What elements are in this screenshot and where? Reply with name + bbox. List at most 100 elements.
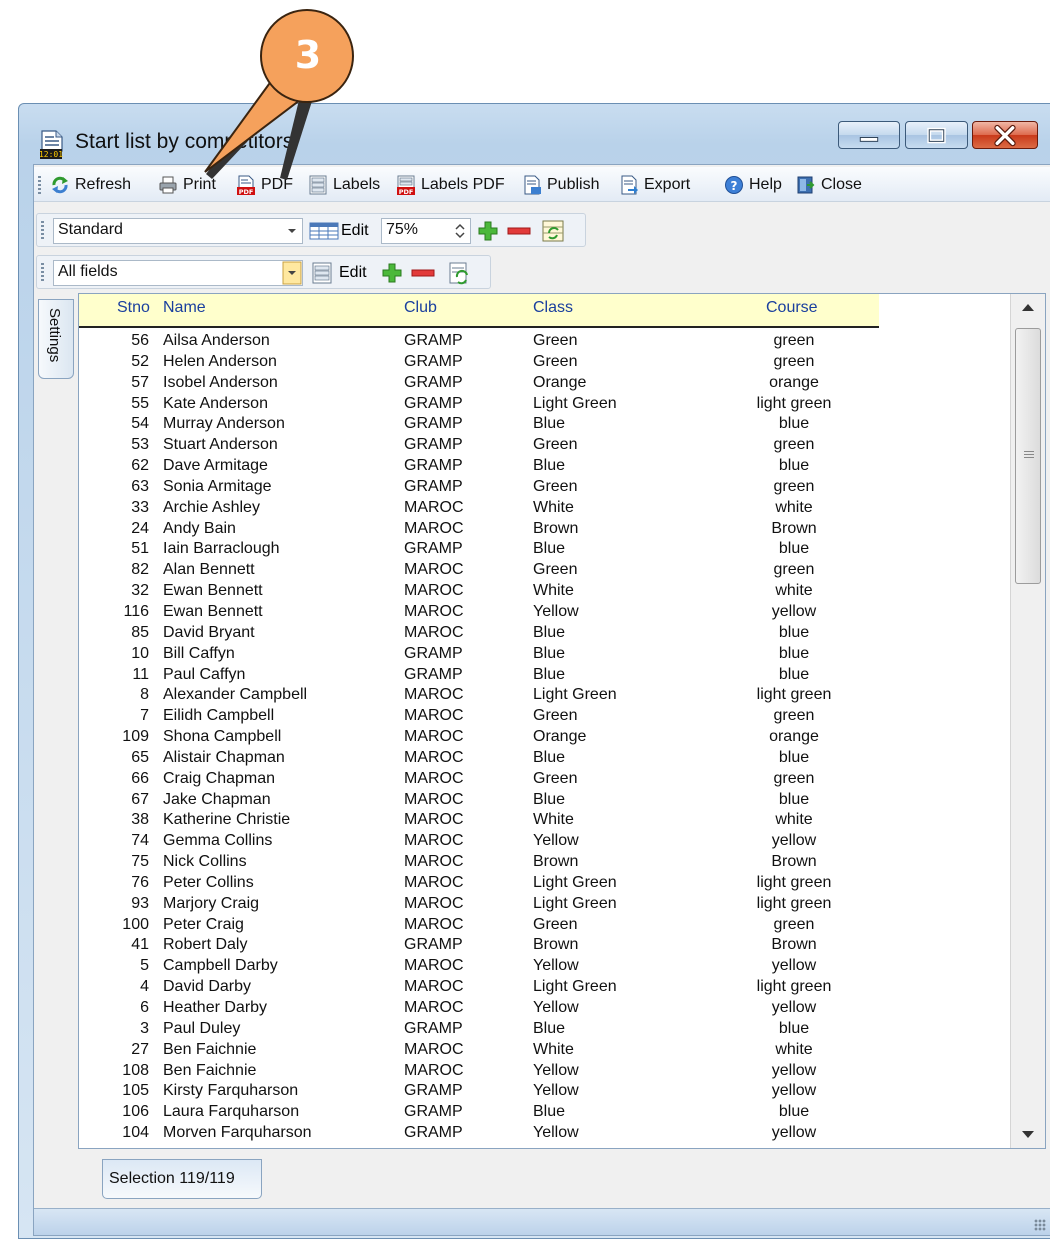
cell-class: White: [533, 582, 574, 600]
minimize-button[interactable]: [838, 121, 900, 149]
resize-grip-icon[interactable]: [1034, 1219, 1046, 1231]
table-row[interactable]: 104 Morven Farquharson GRAMP Yellow yellow: [79, 1124, 879, 1145]
table-row[interactable]: 5 Campbell Darby MAROC Yellow yellow: [79, 957, 879, 978]
table-row[interactable]: 38 Katherine Christie MAROC White white: [79, 811, 879, 832]
layout-select[interactable]: Standard: [53, 218, 303, 244]
refresh-icon: [52, 176, 68, 194]
table-row[interactable]: 11 Paul Caffyn GRAMP Blue blue: [79, 666, 879, 687]
cell-name: Morven Farquharson: [163, 1124, 312, 1142]
table-row[interactable]: 56 Ailsa Anderson GRAMP Green green: [79, 332, 879, 353]
scrollbar-thumb[interactable]: [1015, 328, 1041, 584]
title-bar[interactable]: 12:01 Start list by competitors: [19, 104, 1050, 164]
main-toolbar: Refresh Print PDF PDF Labels PDF Labels …: [34, 167, 1050, 202]
table-row[interactable]: 10 Bill Caffyn GRAMP Blue blue: [79, 645, 879, 666]
scroll-up-icon[interactable]: [1011, 294, 1045, 322]
cell-class: Light Green: [533, 978, 617, 996]
layout-refresh-icon[interactable]: [541, 219, 565, 243]
cell-course: blue: [778, 623, 810, 641]
labels-button[interactable]: Labels: [308, 173, 380, 197]
pdf-button[interactable]: PDF PDF: [236, 173, 293, 197]
refresh-button[interactable]: Refresh: [50, 173, 131, 197]
cell-class: Blue: [533, 665, 566, 683]
table-row[interactable]: 85 David Bryant MAROC Blue blue: [79, 624, 879, 645]
table-row[interactable]: 106 Laura Farquharson GRAMP Blue blue: [79, 1103, 879, 1124]
publish-button[interactable]: Publish: [522, 173, 599, 197]
close-window-button[interactable]: [972, 121, 1038, 149]
cell-stno: 116: [123, 602, 149, 620]
table-row[interactable]: 62 Dave Armitage GRAMP Blue blue: [79, 457, 879, 478]
table-row[interactable]: 57 Isobel Anderson GRAMP Orange orange: [79, 374, 879, 395]
help-button[interactable]: ? Help: [724, 173, 782, 197]
selection-tab[interactable]: Selection 119/119: [102, 1159, 262, 1199]
scroll-down-icon[interactable]: [1011, 1120, 1045, 1148]
add-fields-icon[interactable]: [381, 262, 403, 284]
table-row[interactable]: 67 Jake Chapman MAROC Blue blue: [79, 791, 879, 812]
cell-class: Blue: [533, 457, 566, 475]
table-row[interactable]: 65 Alistair Chapman MAROC Blue blue: [79, 749, 879, 770]
cell-name: Iain Barraclough: [163, 540, 280, 558]
column-header-stno[interactable]: Stno: [117, 299, 150, 317]
remove-fields-icon[interactable]: [411, 262, 435, 284]
close-button[interactable]: Close: [796, 173, 862, 197]
cell-club: MAROC: [404, 623, 464, 641]
table-row[interactable]: 105 Kirsty Farquharson GRAMP Yellow yellow: [79, 1082, 879, 1103]
table-row[interactable]: 100 Peter Craig MAROC Green green: [79, 916, 879, 937]
table-row[interactable]: 51 Iain Barraclough GRAMP Blue blue: [79, 540, 879, 561]
table-row[interactable]: 55 Kate Anderson GRAMP Light Green light gre…: [79, 395, 879, 416]
cell-stno: 51: [131, 540, 149, 558]
table-row[interactable]: 66 Craig Chapman MAROC Green green: [79, 770, 879, 791]
table-row[interactable]: 27 Ben Faichnie MAROC White white: [79, 1041, 879, 1062]
table-row[interactable]: 7 Eilidh Campbell MAROC Green green: [79, 707, 879, 728]
zoom-stepper[interactable]: 75%: [381, 218, 471, 244]
cell-stno: 7: [140, 707, 149, 725]
export-button[interactable]: Export: [619, 173, 690, 197]
table-row[interactable]: 75 Nick Collins MAROC Brown Brown: [79, 853, 879, 874]
settings-tab[interactable]: Settings: [38, 299, 74, 379]
fields-edit-button[interactable]: Edit: [311, 262, 367, 284]
labels-pdf-button[interactable]: PDF Labels PDF: [396, 173, 505, 197]
cell-course: white: [775, 1040, 813, 1058]
table-row[interactable]: 8 Alexander Campbell MAROC Light Green light…: [79, 686, 879, 707]
table-row[interactable]: 109 Shona Campbell MAROC Orange orange: [79, 728, 879, 749]
table-row[interactable]: 108 Ben Faichnie MAROC Yellow yellow: [79, 1062, 879, 1083]
fields-refresh-icon[interactable]: [447, 261, 471, 285]
remove-layout-icon[interactable]: [507, 220, 531, 242]
cell-stno: 56: [131, 332, 149, 349]
table-row[interactable]: 3 Paul Duley GRAMP Blue blue: [79, 1020, 879, 1041]
table-row[interactable]: 93 Marjory Craig MAROC Light Green light gre…: [79, 895, 879, 916]
cell-stno: 8: [140, 686, 149, 704]
cell-club: MAROC: [404, 832, 464, 850]
table-row[interactable]: 4 David Darby MAROC Light Green light green: [79, 978, 879, 999]
layout-edit-button[interactable]: Edit: [309, 220, 369, 242]
column-header-course[interactable]: Course: [766, 299, 818, 317]
column-header-club[interactable]: Club: [404, 299, 437, 317]
table-row[interactable]: 74 Gemma Collins MAROC Yellow yellow: [79, 832, 879, 853]
table-row[interactable]: 116 Ewan Bennett MAROC Yellow yellow: [79, 603, 879, 624]
table-row[interactable]: 82 Alan Bennett MAROC Green green: [79, 561, 879, 582]
print-button[interactable]: Print: [158, 173, 216, 197]
table-row[interactable]: 63 Sonia Armitage GRAMP Green green: [79, 478, 879, 499]
table-row[interactable]: 32 Ewan Bennett MAROC White white: [79, 582, 879, 603]
cell-class: Light Green: [533, 394, 617, 412]
table-row[interactable]: 41 Robert Daly GRAMP Brown Brown: [79, 936, 879, 957]
layout-toolbar-grip[interactable]: [41, 221, 44, 239]
table-row[interactable]: 33 Archie Ashley MAROC White white: [79, 499, 879, 520]
maximize-button[interactable]: [905, 121, 968, 149]
cell-class: Yellow: [533, 1082, 579, 1100]
vertical-scrollbar[interactable]: [1010, 294, 1045, 1148]
table-row[interactable]: 6 Heather Darby MAROC Yellow yellow: [79, 999, 879, 1020]
fields-select[interactable]: All fields: [53, 260, 303, 286]
table-row[interactable]: 52 Helen Anderson GRAMP Green green: [79, 353, 879, 374]
table-row[interactable]: 24 Andy Bain MAROC Brown Brown: [79, 520, 879, 541]
client-area: Refresh Print PDF PDF Labels PDF Labels …: [33, 164, 1050, 1236]
table-row[interactable]: 54 Murray Anderson GRAMP Blue blue: [79, 415, 879, 436]
add-layout-icon[interactable]: [477, 220, 499, 242]
table-row[interactable]: 76 Peter Collins MAROC Light Green light gre…: [79, 874, 879, 895]
toolbar-grip[interactable]: [38, 176, 41, 194]
cell-name: Campbell Darby: [163, 957, 278, 975]
table-row[interactable]: 53 Stuart Anderson GRAMP Green green: [79, 436, 879, 457]
fields-toolbar-grip[interactable]: [41, 263, 44, 281]
column-header-name[interactable]: Name: [163, 299, 206, 317]
cell-name: Ewan Bennett: [163, 602, 263, 620]
column-header-class[interactable]: Class: [533, 299, 573, 317]
